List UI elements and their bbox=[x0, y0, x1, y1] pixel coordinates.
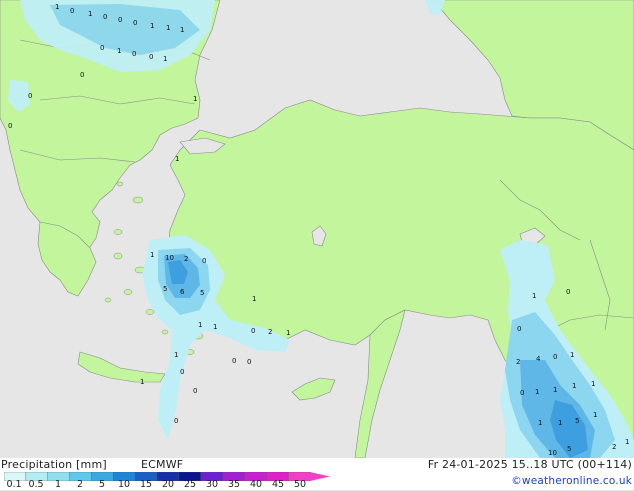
map-value: 1 bbox=[213, 323, 217, 331]
map-value: 0 bbox=[566, 288, 570, 296]
model-name: ECMWF bbox=[141, 458, 184, 471]
map-value: 1 bbox=[150, 22, 154, 30]
map-value: 0 bbox=[28, 92, 32, 100]
map-value: 10 bbox=[165, 254, 174, 262]
legend-panel: Precipitation [mm] ECMWF Fr 24-01-2025 1… bbox=[0, 458, 634, 490]
map-value: 5 bbox=[163, 285, 167, 293]
map-value: 0 bbox=[103, 13, 107, 21]
legend-title: Precipitation [mm] bbox=[1, 458, 107, 471]
scale-tick-label: 25 bbox=[183, 479, 197, 490]
map-value: 0 bbox=[251, 327, 255, 335]
map-value: 0 bbox=[100, 44, 104, 52]
map-value: 0 bbox=[133, 19, 137, 27]
map-value: 0 bbox=[193, 387, 197, 395]
scale-tick-label: 30 bbox=[205, 479, 219, 490]
map-value: 0 bbox=[118, 16, 122, 24]
map-value: 1 bbox=[163, 55, 167, 63]
map-value: 0 bbox=[80, 71, 84, 79]
map-value: 1 bbox=[88, 10, 92, 18]
map-value: 0 bbox=[180, 368, 184, 376]
map-value: 1 bbox=[174, 351, 178, 359]
map-value: 1 bbox=[198, 321, 202, 329]
map-value: 1 bbox=[553, 386, 557, 394]
credit-link[interactable]: ©weatheronline.co.uk bbox=[511, 475, 632, 487]
precipitation-map: 1 0 1 0 0 0 1 1 1 0 1 0 0 0 1 0 1 0 1 1 … bbox=[0, 0, 634, 458]
map-value: 5 bbox=[567, 445, 571, 453]
map-value: 1 bbox=[572, 382, 576, 390]
map-value: 4 bbox=[536, 355, 541, 363]
map-value: 1 bbox=[140, 378, 144, 386]
map-value: 1 bbox=[558, 419, 562, 427]
scale-tick-label: 5 bbox=[98, 479, 106, 490]
map-value: 1 bbox=[180, 26, 184, 34]
scale-tick-label: 45 bbox=[271, 479, 285, 490]
map-value: 0 bbox=[520, 389, 524, 397]
map-value: 2 bbox=[268, 328, 272, 336]
map-value: 0 bbox=[517, 325, 521, 333]
scale-tick-label: 0.5 bbox=[28, 479, 44, 490]
scale-tick-label: 2 bbox=[76, 479, 84, 490]
scale-tick-label: 0.1 bbox=[6, 479, 22, 490]
scale-tick-label: 35 bbox=[227, 479, 241, 490]
map-value: 1 bbox=[117, 47, 121, 55]
map-value: 1 bbox=[286, 329, 290, 337]
map-value: 1 bbox=[166, 24, 170, 32]
map-value: 1 bbox=[591, 380, 595, 388]
scale-tick-label: 20 bbox=[161, 479, 175, 490]
scale-tick-label: 15 bbox=[139, 479, 153, 490]
map-value: 0 bbox=[202, 257, 206, 265]
forecast-time: Fr 24-01-2025 15..18 UTC (00+114) bbox=[427, 458, 632, 471]
scale-tick-label: 50 bbox=[293, 479, 307, 490]
map-value: 5 bbox=[200, 289, 204, 297]
map-value: 1 bbox=[55, 3, 59, 11]
map-value: 1 bbox=[175, 155, 179, 163]
map-value: 0 bbox=[247, 358, 251, 366]
map-value: 1 bbox=[535, 388, 539, 396]
map-value: 1 bbox=[570, 351, 574, 359]
map-value: 5 bbox=[575, 417, 579, 425]
map-value: 1 bbox=[193, 95, 197, 103]
map-value: 1 bbox=[625, 438, 629, 446]
scale-tick-label: 10 bbox=[117, 479, 131, 490]
map-value: 0 bbox=[553, 353, 557, 361]
map-value: 0 bbox=[232, 357, 236, 365]
map-value: 0 bbox=[132, 50, 136, 58]
map-value: 1 bbox=[538, 419, 542, 427]
map-value: 0 bbox=[174, 417, 178, 425]
map-value: 1 bbox=[532, 292, 536, 300]
map-value: 10 bbox=[548, 449, 557, 457]
map-value: 1 bbox=[593, 411, 597, 419]
map-value: 0 bbox=[8, 122, 12, 130]
map-value: 0 bbox=[149, 53, 153, 61]
map-value: 0 bbox=[70, 7, 74, 15]
map-value: 2 bbox=[612, 443, 616, 451]
map-value: 1 bbox=[150, 251, 154, 259]
map-value: 1 bbox=[252, 295, 256, 303]
scale-tick-label: 40 bbox=[249, 479, 263, 490]
map-value: 2 bbox=[184, 255, 188, 263]
map-value: 6 bbox=[180, 288, 185, 296]
scale-tick-label: 1 bbox=[54, 479, 62, 490]
map-value: 2 bbox=[516, 358, 520, 366]
color-scale-ticks: 0.1 0.5 1 2 5 10 15 20 25 30 35 40 45 50 bbox=[0, 479, 340, 491]
